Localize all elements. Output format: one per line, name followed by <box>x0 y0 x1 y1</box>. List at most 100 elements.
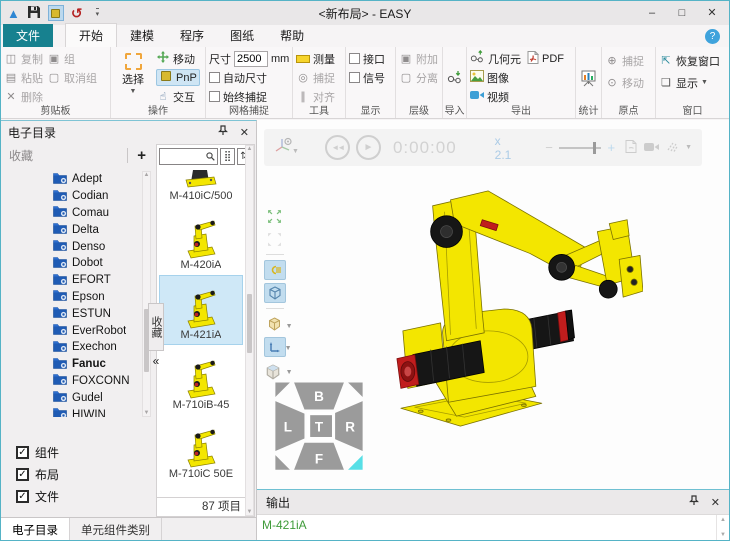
move-button[interactable]: 移动 <box>156 50 200 67</box>
world-frame-button[interactable]: ▼ <box>264 337 286 357</box>
signal-checkbox[interactable]: 信号 <box>349 69 385 86</box>
tree-item-efort[interactable]: EFORT <box>53 272 138 289</box>
export-image-button[interactable]: 图像 <box>470 69 564 86</box>
record-video-icon[interactable] <box>644 141 659 155</box>
view-cube-corner-bl[interactable] <box>275 455 290 470</box>
search-input[interactable] <box>159 148 218 165</box>
robot-model-m421ia[interactable] <box>385 184 643 439</box>
copy-button[interactable]: ◫复制 <box>4 50 43 67</box>
interface-checkbox[interactable]: 接口 <box>349 50 385 67</box>
auto-size-checkbox[interactable]: 自动尺寸 <box>209 69 289 86</box>
tree-item-epson[interactable]: Epson <box>53 289 138 306</box>
view-cube-corner-tl[interactable] <box>275 382 290 397</box>
fit-selection-button[interactable] <box>264 229 286 249</box>
pin-icon[interactable] <box>689 495 699 509</box>
rewind-button[interactable]: ◄◄ <box>325 135 350 160</box>
export-pdf-button[interactable]: PDF <box>527 50 564 67</box>
filter-files[interactable]: ✓文件 <box>16 488 59 505</box>
tab-modeling[interactable]: 建模 <box>117 24 167 47</box>
close-panel-icon[interactable]: ✕ <box>240 126 249 139</box>
close-panel-icon[interactable]: ✕ <box>711 496 720 509</box>
view-cube-corner-tr[interactable] <box>348 382 363 397</box>
view-cube[interactable]: B L T R F <box>267 370 371 478</box>
fit-all-button[interactable] <box>264 206 286 226</box>
cube-mini-icon[interactable] <box>265 364 281 383</box>
speed-plus-button[interactable]: + <box>607 140 615 155</box>
tree-item-fanuc[interactable]: Fanuc <box>53 356 138 373</box>
close-button[interactable]: ✕ <box>697 2 727 24</box>
tree-item-comau[interactable]: Comau <box>53 205 138 222</box>
snap-button[interactable]: ◎捕捉 <box>296 69 335 86</box>
add-favorite-button[interactable]: + <box>127 148 148 163</box>
model-list-scrollbar[interactable]: ▲▼ <box>245 145 254 516</box>
tree-item-codian[interactable]: Codian <box>53 188 138 205</box>
tab-cell-component-category[interactable]: 单元组件类别 <box>70 518 162 540</box>
tab-drawing[interactable]: 图纸 <box>217 24 267 47</box>
select-button[interactable]: 选择 ▼ <box>114 50 152 105</box>
grid-size-input[interactable] <box>234 51 268 67</box>
customize-toolbar-button[interactable]: ▾ <box>96 8 100 18</box>
group-button[interactable]: ▣组 <box>47 50 97 67</box>
collapse-panel-button[interactable]: « <box>148 353 164 371</box>
restore-window-button[interactable]: ⇱恢复窗口 <box>659 52 720 69</box>
detach-button[interactable]: ▢分离 <box>399 69 438 86</box>
tree-item-everrobot[interactable]: EverRobot <box>53 322 138 339</box>
origin-move-button[interactable]: ⊙移动 <box>605 74 644 91</box>
speed-slider[interactable] <box>559 147 602 149</box>
ungroup-button[interactable]: ▢取消组 <box>47 69 97 86</box>
tab-help[interactable]: 帮助 <box>267 24 317 47</box>
filter-components[interactable]: ✓组件 <box>16 444 59 461</box>
display-windows-button[interactable]: ❏显示▼ <box>659 74 720 91</box>
import-button[interactable] <box>447 52 463 105</box>
filter-layouts[interactable]: ✓布局 <box>16 466 59 483</box>
model-item-m-710ic-50e[interactable]: M-710iC 50E <box>159 415 243 483</box>
model-item-m-421ia[interactable]: M-421iA <box>159 275 243 345</box>
slider-handle[interactable] <box>593 142 596 154</box>
export-pdf-icon[interactable] <box>625 140 637 156</box>
output-scrollbar[interactable]: ▲▼ <box>716 515 729 540</box>
pin-icon[interactable] <box>218 125 228 139</box>
tree-item-estun[interactable]: ESTUN <box>53 305 138 322</box>
undo-button[interactable]: ↺ <box>71 7 83 20</box>
play-button[interactable]: ► <box>356 135 381 160</box>
model-item-m-420ia[interactable]: M-420iA <box>159 206 243 274</box>
tree-scrollbar[interactable]: ▲▼ <box>142 171 151 417</box>
tab-program[interactable]: 程序 <box>167 24 217 47</box>
tree-item-denso[interactable]: Denso <box>53 238 138 255</box>
origin-snap-button[interactable]: ⊕捕捉 <box>605 52 644 69</box>
favorites-side-tab[interactable]: 收藏 <box>148 303 164 351</box>
attach-button[interactable]: ▣附加 <box>399 50 438 67</box>
robot-thumbnail <box>181 207 221 259</box>
tab-start[interactable]: 开始 <box>65 23 117 47</box>
perspective-button[interactable] <box>264 283 286 303</box>
tree-item-gudel[interactable]: Gudel <box>53 389 138 406</box>
tab-e-catalog[interactable]: 电子目录 <box>1 518 70 540</box>
help-button[interactable]: ? <box>705 29 720 44</box>
tree-item-delta[interactable]: Delta <box>53 221 138 238</box>
measure-button[interactable]: 测量 <box>296 50 335 67</box>
render-mode-button[interactable] <box>264 260 286 280</box>
statistics-button[interactable] <box>580 54 597 105</box>
viewport-3d[interactable]: ▼ ◄◄ ► 0:00:00 x 2.1 − + ▼ ▼ ▼ ▼ <box>257 120 729 489</box>
minimize-button[interactable]: – <box>637 2 667 24</box>
tree-item-adept[interactable]: Adept <box>53 171 138 188</box>
view-cube-corner-br-highlight[interactable] <box>348 455 363 470</box>
model-item-m-410ic-500[interactable]: M-410iC/500 <box>159 169 243 205</box>
pnp-toggle-button[interactable] <box>48 5 64 21</box>
tree-item-foxconn[interactable]: FOXCONN <box>53 373 138 390</box>
frame-box-button[interactable]: ▼ <box>264 314 286 334</box>
tree-item-exechon[interactable]: Exechon <box>53 339 138 356</box>
maximize-button[interactable]: □ <box>667 2 697 24</box>
pnp-button[interactable]: PnP <box>156 69 200 86</box>
tree-item-dobot[interactable]: Dobot <box>53 255 138 272</box>
trace-icon[interactable] <box>666 140 678 155</box>
tab-file[interactable]: 文件 <box>3 24 53 47</box>
model-item-m-710ib-45[interactable]: M-710iB-45 <box>159 346 243 414</box>
origin-gizmo-icon[interactable] <box>274 137 294 158</box>
speed-minus-button[interactable]: − <box>545 140 553 155</box>
export-geometry-button[interactable]: 几何元 <box>470 50 521 67</box>
paste-button[interactable]: ▤粘贴 <box>4 69 43 86</box>
save-button[interactable] <box>27 5 41 22</box>
tree-item-hiwin[interactable]: HIWIN <box>53 406 138 417</box>
grid-view-button[interactable]: ⣿ <box>220 148 235 165</box>
